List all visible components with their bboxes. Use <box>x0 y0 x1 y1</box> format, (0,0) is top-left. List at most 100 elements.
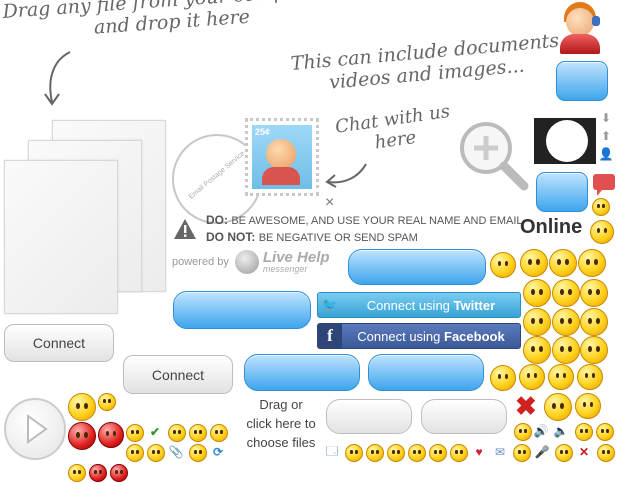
stamp-price: 25¢ <box>255 127 271 137</box>
smiley-icon <box>592 198 610 216</box>
twitter-prefix: Connect using <box>366 297 454 313</box>
angry-smiley-icon[interactable] <box>89 464 107 482</box>
smiley-icon[interactable] <box>523 336 551 364</box>
smiley-icon[interactable] <box>168 424 186 442</box>
blue-button-mid-b[interactable] <box>368 354 484 391</box>
smiley-icon[interactable] <box>519 364 545 390</box>
smiley-icon[interactable] <box>68 393 96 421</box>
smiley-icon[interactable] <box>575 393 601 419</box>
smiley-icon[interactable] <box>147 444 165 462</box>
paperclip-icon[interactable]: 📎 <box>168 444 184 460</box>
smiley-icon[interactable] <box>580 336 608 364</box>
smiley-icon[interactable] <box>523 279 551 307</box>
smiley-icon[interactable] <box>387 444 405 462</box>
user-icon[interactable]: 👤 <box>598 146 614 162</box>
grey-button-b[interactable] <box>421 399 507 434</box>
arrow-up-icon[interactable]: ⬆ <box>598 128 614 144</box>
smiley-icon[interactable] <box>580 308 608 336</box>
play-icon <box>27 414 48 444</box>
play-button[interactable] <box>4 398 66 460</box>
smiley-icon[interactable] <box>126 424 144 442</box>
close-x-small-icon[interactable]: ✕ <box>576 444 592 460</box>
facebook-prefix: Connect using <box>357 328 445 344</box>
smiley-icon[interactable] <box>490 252 516 278</box>
smiley-icon[interactable] <box>548 364 574 390</box>
window-icon[interactable]: 🗔 <box>324 444 340 460</box>
angry-smiley-icon[interactable] <box>110 464 128 482</box>
arrow-down-icon[interactable]: ⬇ <box>598 110 614 126</box>
smiley-icon[interactable] <box>544 393 572 421</box>
microphone-icon[interactable]: 🎤 <box>534 444 550 460</box>
smiley-icon[interactable] <box>596 423 614 441</box>
refresh-icon[interactable]: ⟳ <box>210 444 226 460</box>
smiley-icon[interactable] <box>552 279 580 307</box>
stamp-agent-icon <box>266 139 296 169</box>
smiley-icon[interactable] <box>126 444 144 462</box>
blue-button-left[interactable] <box>173 291 311 329</box>
chat-bubble-icon[interactable] <box>593 174 615 196</box>
curved-arrow-icon <box>44 51 71 106</box>
smiley-icon[interactable] <box>597 444 615 462</box>
do-label: DO: <box>206 213 228 227</box>
blue-square-button-top[interactable] <box>556 61 608 101</box>
include-hint: This can include documents videos and im… <box>290 30 562 98</box>
magnifier-plus-icon[interactable] <box>456 118 532 194</box>
smiley-icon[interactable] <box>575 423 593 441</box>
facebook-name: Facebook <box>444 328 505 344</box>
dont-text: BE NEGATIVE OR SEND SPAM <box>258 232 418 244</box>
smiley-icon[interactable] <box>580 279 608 307</box>
smiley-icon[interactable] <box>366 444 384 462</box>
online-smiley-icon <box>590 220 614 244</box>
drop-zone-paper-front[interactable] <box>4 160 118 314</box>
avatar-frame <box>534 118 596 164</box>
smiley-icon[interactable] <box>552 336 580 364</box>
chat-hint: Chat with us here <box>334 101 454 159</box>
smiley-icon[interactable] <box>210 424 228 442</box>
smiley-icon[interactable] <box>68 464 86 482</box>
smiley-icon[interactable] <box>555 444 573 462</box>
smiley-icon[interactable] <box>549 249 577 277</box>
smiley-icon[interactable] <box>577 364 603 390</box>
do-text: BE AWESOME, AND USE YOUR REAL NAME AND E… <box>231 215 523 227</box>
sound-icon[interactable]: 🔈 <box>553 423 569 439</box>
file-picker-line3: choose files <box>246 435 316 450</box>
blue-button-mid-a[interactable] <box>244 354 360 391</box>
smiley-icon[interactable] <box>552 308 580 336</box>
file-picker-text[interactable]: Drag or click here to choose files <box>240 395 322 452</box>
sound-icon[interactable]: 🔊 <box>533 423 549 439</box>
smiley-icon[interactable] <box>578 249 606 277</box>
close-icon[interactable]: × <box>325 194 334 212</box>
smiley-icon[interactable] <box>450 444 468 462</box>
smiley-icon[interactable] <box>523 308 551 336</box>
check-icon[interactable]: ✔ <box>147 424 163 440</box>
blue-button-top[interactable] <box>348 249 486 285</box>
connect-button-left[interactable]: Connect <box>4 324 114 362</box>
connect-button-center[interactable]: Connect <box>123 355 233 394</box>
facebook-connect-button[interactable]: f Connect using Facebook <box>317 323 521 349</box>
smiley-icon[interactable] <box>513 444 531 462</box>
smiley-icon[interactable] <box>98 393 116 411</box>
smiley-icon[interactable] <box>345 444 363 462</box>
blue-square-button-bottom[interactable] <box>536 172 588 212</box>
do-rule: DO: BE AWESOME, AND USE YOUR REAL NAME A… <box>206 213 523 227</box>
close-x-icon[interactable]: ✖ <box>515 393 537 419</box>
angry-smiley-icon[interactable] <box>68 422 96 450</box>
smiley-icon[interactable] <box>189 444 207 462</box>
postage-stamp: 25¢ <box>245 118 319 196</box>
mail-icon[interactable]: ✉ <box>492 444 508 460</box>
avatar-placeholder <box>546 120 588 162</box>
smiley-icon[interactable] <box>520 249 548 277</box>
warning-icon <box>174 219 196 239</box>
heart-icon[interactable]: ♥ <box>471 444 487 460</box>
powered-by: powered by Live Help messenger <box>172 250 330 274</box>
smiley-icon[interactable] <box>429 444 447 462</box>
online-status: Online <box>520 216 583 238</box>
smiley-icon[interactable] <box>408 444 426 462</box>
smiley-icon[interactable] <box>189 424 207 442</box>
twitter-connect-button[interactable]: 🐦 Connect using Twitter <box>317 292 521 318</box>
twitter-name: Twitter <box>453 297 496 313</box>
grey-button-a[interactable] <box>326 399 412 434</box>
angry-smiley-icon[interactable] <box>98 422 124 448</box>
smiley-icon[interactable] <box>490 365 516 391</box>
smiley-icon[interactable] <box>514 423 532 441</box>
